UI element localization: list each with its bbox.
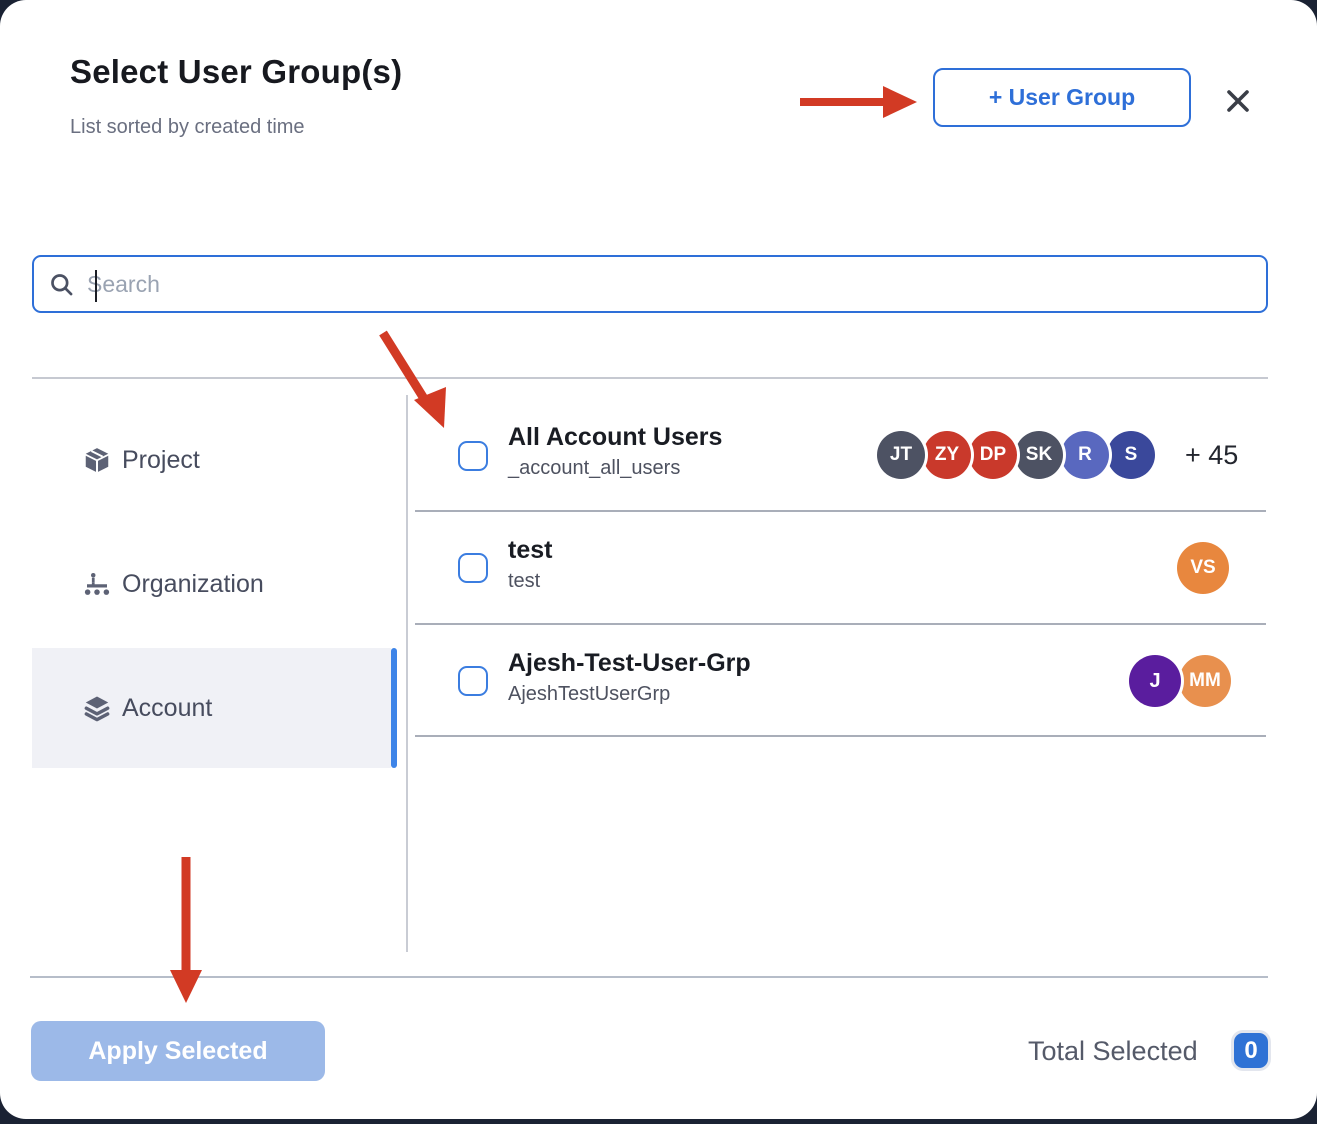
org-chart-icon [80,569,114,599]
sidebar-item-organization[interactable]: Organization [32,553,397,615]
cube-icon [80,445,114,475]
avatar: SK [1015,431,1063,479]
sidebar-item-project[interactable]: Project [32,429,397,491]
group-checkbox[interactable] [458,441,488,471]
group-name: All Account Users [508,423,722,452]
search-box [32,255,1268,313]
group-name: Ajesh-Test-User-Grp [508,649,751,678]
sort-hint-text: List sorted by created time [70,116,305,139]
annotation-arrow-apply [166,852,206,1008]
page-title: Select User Group(s) [70,53,402,91]
close-icon [1222,85,1254,117]
avatar-group: JT ZY DP SK R S [877,431,1155,479]
avatar: DP [969,431,1017,479]
screen: Select User Group(s) List sorted by crea… [0,0,1317,1124]
search-icon [48,271,75,298]
avatar: JT [877,431,925,479]
total-selected-label: Total Selected [1028,1036,1198,1067]
sidebar-item-account[interactable]: Account [32,677,397,739]
row-divider [415,510,1266,512]
total-selected-badge: 0 [1234,1033,1268,1068]
annotation-arrow-checkbox [372,325,462,440]
sidebar-item-label: Project [122,446,200,475]
text-cursor [95,270,97,302]
avatar: S [1107,431,1155,479]
footer-divider [30,976,1268,978]
select-user-group-modal: Select User Group(s) List sorted by crea… [0,0,1317,1119]
group-id: test [508,570,540,593]
group-checkbox[interactable] [458,553,488,583]
avatar: J [1129,655,1181,707]
add-user-group-button[interactable]: + User Group [933,68,1191,127]
sidebar-item-label: Organization [122,570,264,599]
apply-selected-button[interactable]: Apply Selected [31,1021,325,1081]
group-id: _account_all_users [508,457,680,480]
annotation-arrow-add-group [795,78,925,126]
avatar: MM [1179,655,1231,707]
close-button[interactable] [1216,79,1260,123]
row-divider [415,623,1266,625]
avatar: ZY [923,431,971,479]
avatar: VS [1177,542,1229,594]
row-divider [415,735,1266,737]
search-input[interactable] [75,256,1266,312]
group-name: test [508,536,552,565]
avatar: R [1061,431,1109,479]
group-checkbox[interactable] [458,666,488,696]
avatar-overflow-count: + 45 [1185,440,1238,471]
group-id: AjeshTestUserGrp [508,683,670,706]
sidebar-list-divider [406,395,408,952]
header-divider [32,377,1268,379]
sidebar-item-label: Account [122,694,212,723]
layers-icon [80,693,114,723]
